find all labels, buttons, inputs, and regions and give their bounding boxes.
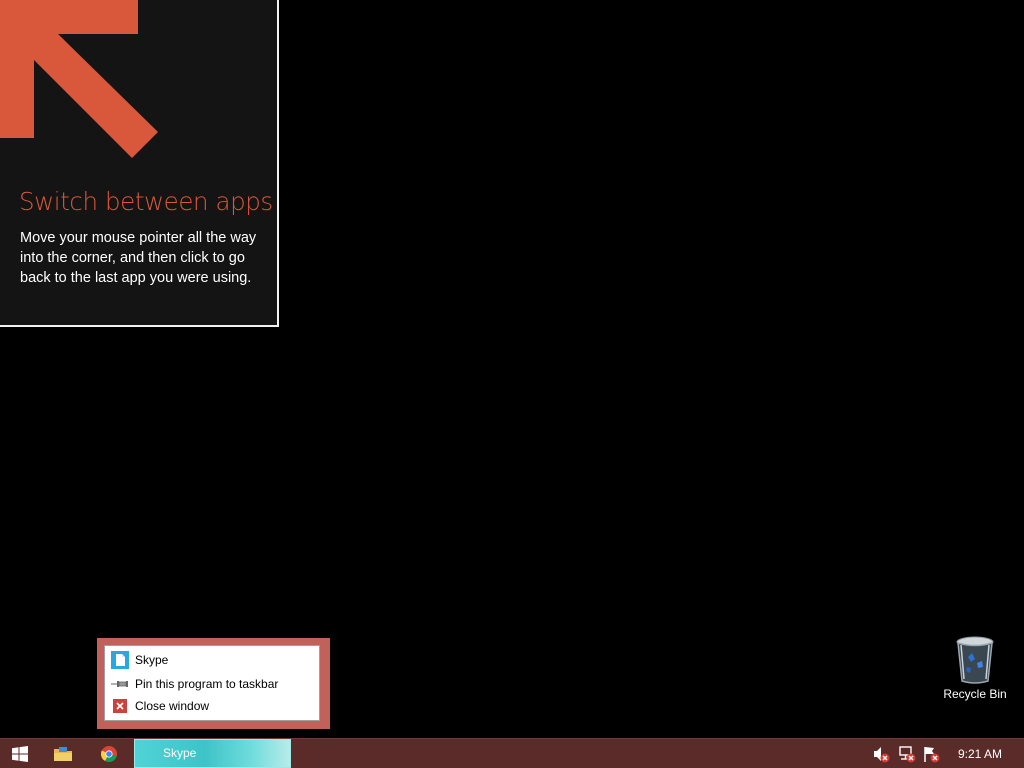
start-button[interactable] <box>0 739 40 768</box>
jump-list-menu: Skype Pin this program to taskbar Close … <box>104 645 320 721</box>
volume-muted-icon[interactable] <box>872 745 890 763</box>
tip-description: Move your mouse pointer all the way into… <box>20 230 257 286</box>
jump-list-item-pin-to-taskbar[interactable]: Pin this program to taskbar <box>111 674 278 694</box>
pin-icon <box>111 675 129 693</box>
close-icon <box>111 697 129 715</box>
network-error-icon[interactable] <box>898 745 916 763</box>
jump-list-item-skype[interactable]: Skype <box>111 650 168 670</box>
skype-app-icon <box>111 651 129 669</box>
jump-list-item-skype-label: Skype <box>135 653 169 667</box>
action-center-flag-icon[interactable] <box>922 745 940 763</box>
jump-list-item-close-window[interactable]: Close window <box>111 696 209 716</box>
recycle-bin-icon <box>956 636 994 684</box>
windows-logo-icon <box>12 745 28 762</box>
tip-title: Switch between apps <box>19 187 273 216</box>
taskbar-clock[interactable]: 9:21 AM <box>950 739 1010 768</box>
chrome-icon <box>101 745 117 762</box>
skype-taskbar-label: Skype <box>163 746 197 760</box>
recycle-bin-shortcut[interactable]: Recycle Bin <box>938 635 1012 701</box>
recycle-bin-label: Recycle Bin <box>943 687 1007 701</box>
skype-taskbar-button[interactable]: Skype <box>134 739 291 768</box>
taskbar: Skype 9:21 AM <box>0 738 1024 768</box>
jump-list-item-close-label: Close window <box>135 699 210 713</box>
file-explorer-icon <box>54 746 72 761</box>
desktop: Switch between apps Move your mouse poin… <box>0 0 1024 738</box>
chrome-taskbar-button[interactable] <box>88 739 130 768</box>
file-explorer-taskbar-button[interactable] <box>42 739 84 768</box>
corner-arrow-icon <box>0 0 158 158</box>
jump-list-item-pin-label: Pin this program to taskbar <box>135 677 279 691</box>
skype-jump-list: Skype Pin this program to taskbar Close … <box>97 638 330 729</box>
switch-apps-tip-panel: Switch between apps Move your mouse poin… <box>0 0 279 327</box>
